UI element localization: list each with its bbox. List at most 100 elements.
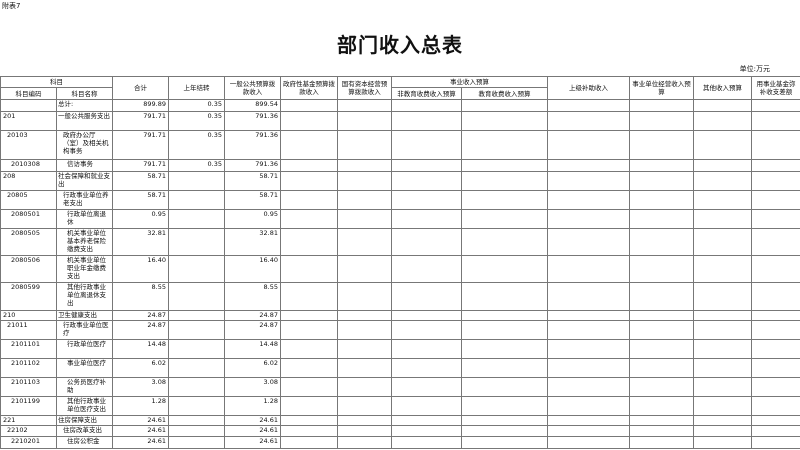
subject-code-cell: 2101101	[0, 339, 57, 359]
header-other-income: 其他收入预算	[693, 76, 752, 100]
general-budget-cell: 16.40	[224, 255, 281, 283]
carryover-cell: 0.35	[168, 111, 225, 131]
general-budget-cell: 3.08	[224, 377, 281, 397]
subject-code-cell: 2101102	[0, 358, 57, 378]
carryover-cell	[168, 190, 225, 210]
empty-cell	[629, 320, 694, 340]
subject-code-cell: 208	[0, 171, 57, 191]
empty-cell	[391, 255, 462, 283]
empty-cell	[547, 171, 630, 191]
table-row: 21011 行政事业单位医疗 24.87 24.87	[0, 320, 800, 340]
subject-code-cell: 22102	[0, 425, 57, 437]
carryover-cell	[168, 209, 225, 229]
empty-cell	[461, 320, 548, 340]
empty-cell	[693, 111, 752, 131]
empty-cell	[629, 159, 694, 172]
subject-code-cell: 2080505	[0, 228, 57, 256]
total-cell: 16.40	[112, 255, 169, 283]
table-row: 2080505 机关事业单位基本养老保险缴费支出 32.81 32.81	[0, 228, 800, 256]
empty-cell	[629, 396, 694, 416]
empty-cell	[337, 209, 392, 229]
empty-cell	[693, 396, 752, 416]
table-row: 2080501 行政单位离退休 0.95 0.95	[0, 209, 800, 229]
subject-name-cell: 社会保障和就业支出	[56, 171, 113, 191]
empty-cell	[461, 130, 548, 160]
empty-cell	[547, 209, 630, 229]
carryover-cell	[168, 415, 225, 426]
carryover-cell	[168, 255, 225, 283]
general-budget-cell: 58.71	[224, 171, 281, 191]
subject-code-cell: 2101103	[0, 377, 57, 397]
empty-cell	[391, 415, 462, 426]
empty-cell	[547, 436, 630, 449]
total-cell: 24.87	[112, 310, 169, 321]
empty-cell	[337, 310, 392, 321]
empty-cell	[751, 310, 800, 321]
empty-cell	[337, 415, 392, 426]
header-affiliated-unit: 事业单位经营收入预算	[629, 76, 694, 100]
empty-cell	[337, 282, 392, 311]
attachment-label: 附表7	[2, 2, 21, 10]
header-non-edu-fee: 非教育收费收入预算	[391, 87, 462, 100]
empty-cell	[629, 130, 694, 160]
general-budget-cell: 32.81	[224, 228, 281, 256]
empty-cell	[337, 339, 392, 359]
empty-cell	[461, 425, 548, 437]
empty-cell	[547, 190, 630, 210]
empty-cell	[391, 320, 462, 340]
header-total: 合计	[112, 76, 169, 100]
general-budget-cell: 899.54	[224, 99, 281, 112]
total-cell: 24.87	[112, 320, 169, 340]
empty-cell	[693, 425, 752, 437]
empty-cell	[280, 425, 338, 437]
empty-cell	[751, 339, 800, 359]
carryover-cell	[168, 310, 225, 321]
empty-cell	[629, 415, 694, 426]
total-cell: 58.71	[112, 171, 169, 191]
empty-cell	[751, 209, 800, 229]
subject-name-cell: 卫生健康支出	[56, 310, 113, 321]
empty-cell	[391, 310, 462, 321]
subject-name-cell: 行政单位离退休	[56, 209, 113, 229]
empty-cell	[461, 99, 548, 112]
total-cell: 24.61	[112, 425, 169, 437]
empty-cell	[337, 377, 392, 397]
empty-cell	[391, 358, 462, 378]
empty-cell	[280, 310, 338, 321]
empty-cell	[693, 130, 752, 160]
total-cell: 0.95	[112, 209, 169, 229]
empty-cell	[751, 111, 800, 131]
empty-cell	[280, 255, 338, 283]
header-superior-subsidy: 上级补助收入	[547, 76, 630, 100]
carryover-cell	[168, 425, 225, 437]
table-row: 210 卫生健康支出 24.87 24.87	[0, 310, 800, 321]
empty-cell	[629, 99, 694, 112]
empty-cell	[629, 282, 694, 311]
subject-name-cell: 机关事业单位职业年金缴费支出	[56, 255, 113, 283]
empty-cell	[461, 339, 548, 359]
empty-cell	[280, 358, 338, 378]
carryover-cell: 0.35	[168, 130, 225, 160]
empty-cell	[280, 339, 338, 359]
empty-cell	[391, 99, 462, 112]
empty-cell	[751, 415, 800, 426]
subject-name-cell: 住房公积金	[56, 436, 113, 449]
empty-cell	[693, 190, 752, 210]
general-budget-cell: 6.02	[224, 358, 281, 378]
general-budget-cell: 791.36	[224, 130, 281, 160]
empty-cell	[547, 339, 630, 359]
empty-cell	[547, 282, 630, 311]
total-cell: 8.55	[112, 282, 169, 311]
empty-cell	[629, 171, 694, 191]
empty-cell	[629, 209, 694, 229]
empty-cell	[693, 358, 752, 378]
subject-name-cell: 行政单位医疗	[56, 339, 113, 359]
carryover-cell	[168, 436, 225, 449]
subject-code-cell: 2010308	[0, 159, 57, 172]
empty-cell	[751, 171, 800, 191]
carryover-cell	[168, 320, 225, 340]
empty-cell	[391, 190, 462, 210]
empty-cell	[547, 396, 630, 416]
empty-cell	[547, 159, 630, 172]
empty-cell	[751, 436, 800, 449]
